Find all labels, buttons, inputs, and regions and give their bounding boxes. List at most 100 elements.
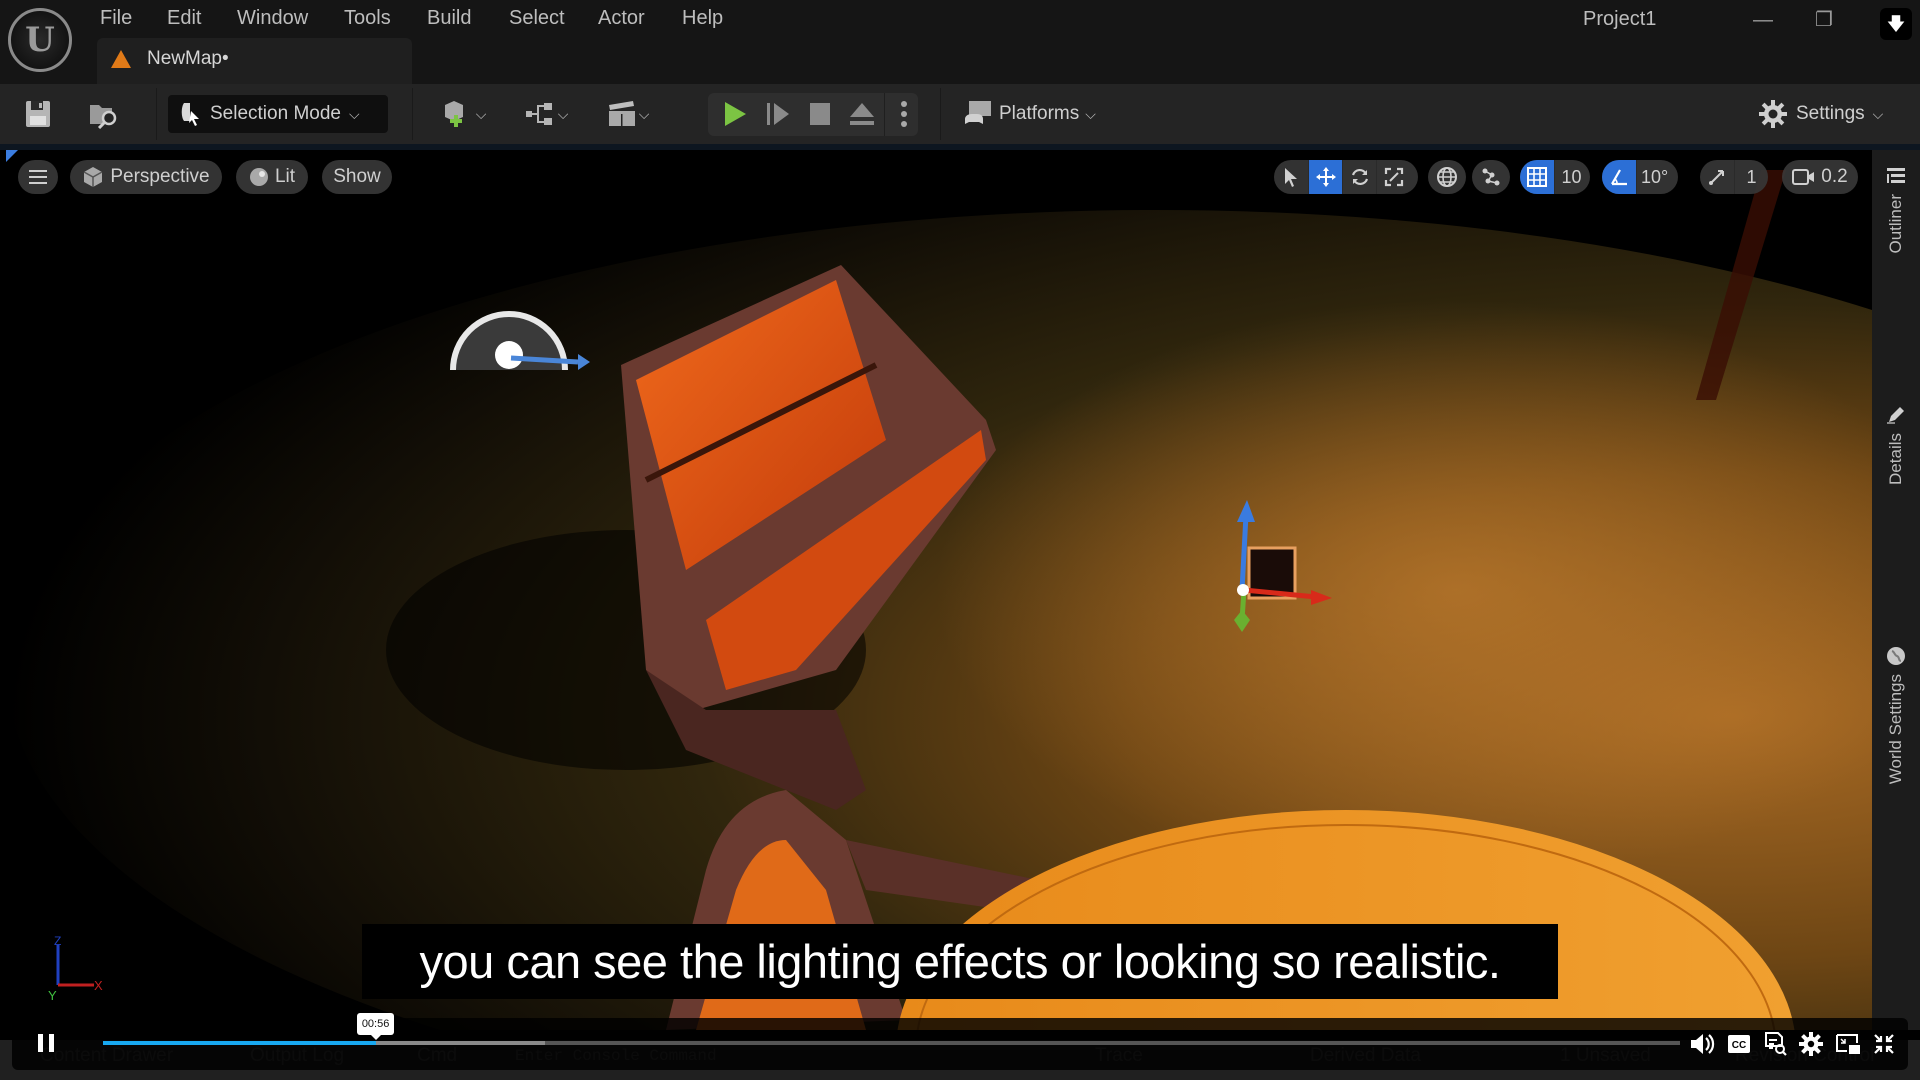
rotation-snap-value[interactable]: 10°	[1636, 160, 1672, 194]
document-tab-newmap[interactable]: NewMap•	[97, 38, 412, 84]
globe-icon	[1437, 167, 1457, 187]
lighting-mode-label: Lit	[274, 166, 296, 187]
cinematics-button[interactable]: ⌵	[600, 98, 656, 130]
add-actor-icon	[444, 101, 463, 127]
rotation-snap-toggle[interactable]	[1602, 160, 1636, 194]
chevron-down-icon: ⌵	[638, 105, 650, 122]
document-tab-label: NewMap•	[147, 48, 229, 69]
gear-icon	[1799, 1032, 1823, 1056]
selection-cursor-icon	[181, 103, 199, 126]
pause-bar-icon	[49, 1034, 54, 1052]
view-mode-dropdown[interactable]: Perspective	[70, 160, 222, 194]
camera-speed-button[interactable]: 0.2	[1782, 160, 1858, 194]
scale-snap-toggle[interactable]	[1700, 160, 1734, 194]
translate-tool[interactable]	[1308, 160, 1342, 194]
transform-tools	[1274, 160, 1418, 194]
minimize-button[interactable]: —	[1745, 6, 1781, 34]
settings-label: Settings	[1796, 103, 1865, 124]
view-mode-label: Perspective	[110, 166, 210, 187]
save-icon[interactable]	[22, 98, 54, 130]
volume-icon	[1691, 1034, 1715, 1054]
tab-outliner[interactable]: Outliner	[1872, 166, 1920, 254]
gear-icon	[1759, 100, 1787, 128]
svg-text:CC: CC	[1732, 1040, 1746, 1051]
rotation-snap-group: 10°	[1602, 160, 1678, 194]
menu-file[interactable]: File	[100, 4, 132, 32]
platforms-dropdown[interactable]: Platforms ⌵	[963, 97, 1096, 131]
toolbar-divider	[940, 88, 941, 140]
play-button[interactable]	[719, 98, 751, 130]
tab-world-settings[interactable]: World Settings	[1872, 646, 1920, 784]
rotate-tool[interactable]	[1342, 160, 1376, 194]
volume-button[interactable]	[1688, 1030, 1716, 1058]
transcript-button[interactable]	[1761, 1030, 1789, 1058]
download-arrow-icon[interactable]: 🡇	[1880, 8, 1912, 40]
tab-details[interactable]: Details	[1872, 405, 1920, 485]
svg-text:Z: Z	[54, 934, 61, 948]
camera-speed-value: 0.2	[1821, 166, 1848, 187]
tab-world-settings-label: World Settings	[1886, 674, 1905, 785]
selection-mode-label: Selection Mode	[210, 103, 341, 124]
cursor-arrow-icon	[1285, 168, 1297, 187]
scale-snap-value[interactable]: 1	[1734, 160, 1768, 194]
blueprint-button[interactable]: ⌵	[518, 98, 574, 130]
lighting-mode-dropdown[interactable]: Lit	[236, 160, 308, 194]
toolbar-divider	[412, 88, 413, 140]
scale-snap-icon	[1709, 170, 1724, 185]
selection-mode-dropdown[interactable]: Selection Mode ⌵	[168, 95, 388, 133]
show-flags-dropdown[interactable]: Show	[322, 160, 392, 194]
world-icon	[1887, 647, 1905, 665]
svg-text:X: X	[94, 978, 103, 993]
play-options-button[interactable]	[889, 98, 919, 130]
scale-tool[interactable]	[1376, 160, 1410, 194]
level-viewport[interactable]: Z X Y	[6, 150, 1872, 1030]
unreal-logo[interactable]: U	[8, 8, 72, 72]
vertical-ellipsis-icon	[901, 101, 907, 127]
restore-button[interactable]: ❐	[1806, 6, 1842, 34]
menu-tools[interactable]: Tools	[344, 4, 391, 32]
transcript-search-icon	[1765, 1032, 1787, 1056]
stop-button[interactable]	[804, 98, 836, 130]
settings-dropdown[interactable]: Settings ⌵	[1758, 97, 1883, 131]
add-actor-button[interactable]: ⌵	[434, 98, 494, 130]
surface-snapping-toggle[interactable]	[1472, 160, 1510, 194]
project-name: Project1	[1583, 8, 1657, 30]
hamburger-icon	[29, 170, 47, 184]
menu-select[interactable]: Select	[509, 4, 565, 32]
picture-in-picture-icon	[1836, 1034, 1860, 1054]
miniplayer-button[interactable]	[1834, 1030, 1862, 1058]
grid-snap-value[interactable]: 10	[1554, 160, 1588, 194]
level-icon	[111, 50, 131, 68]
chevron-down-icon: ⌵	[475, 105, 487, 122]
viewport-options-button[interactable]	[18, 160, 58, 194]
grid-snap-group: 10	[1520, 160, 1590, 194]
exit-fullscreen-button[interactable]	[1870, 1030, 1898, 1058]
chevron-down-icon: ⌵	[1872, 105, 1884, 122]
grid-snap-toggle[interactable]	[1520, 160, 1554, 194]
menu-build[interactable]: Build	[427, 4, 471, 32]
side-panel-tab-strip	[1872, 150, 1920, 1030]
menu-edit[interactable]: Edit	[167, 4, 201, 32]
captions-button[interactable]: CC	[1725, 1030, 1753, 1058]
coordinate-space-toggle[interactable]	[1428, 160, 1466, 194]
viewport-active-corner	[6, 150, 18, 162]
subtitle-text: you can see the lighting effects or look…	[419, 935, 1501, 988]
surface-snap-icon	[1482, 168, 1500, 186]
menu-help[interactable]: Help	[682, 4, 723, 32]
toolbar-divider	[156, 88, 157, 140]
stop-icon	[810, 103, 830, 125]
scale-snap-group: 1	[1700, 160, 1768, 194]
video-played-bar[interactable]	[103, 1041, 376, 1045]
pause-bar-icon	[38, 1034, 43, 1052]
pause-button[interactable]	[36, 1030, 58, 1056]
play-icon	[725, 102, 746, 126]
player-settings-button[interactable]	[1797, 1030, 1825, 1058]
select-tool[interactable]	[1274, 160, 1308, 194]
menu-actor[interactable]: Actor	[598, 4, 645, 32]
platforms-label: Platforms	[999, 103, 1080, 124]
menu-window[interactable]: Window	[237, 4, 308, 32]
scale-icon	[1384, 167, 1403, 187]
advance-frame-button[interactable]	[762, 98, 794, 130]
eject-button[interactable]	[846, 98, 878, 130]
content-browse-icon[interactable]	[88, 98, 120, 130]
